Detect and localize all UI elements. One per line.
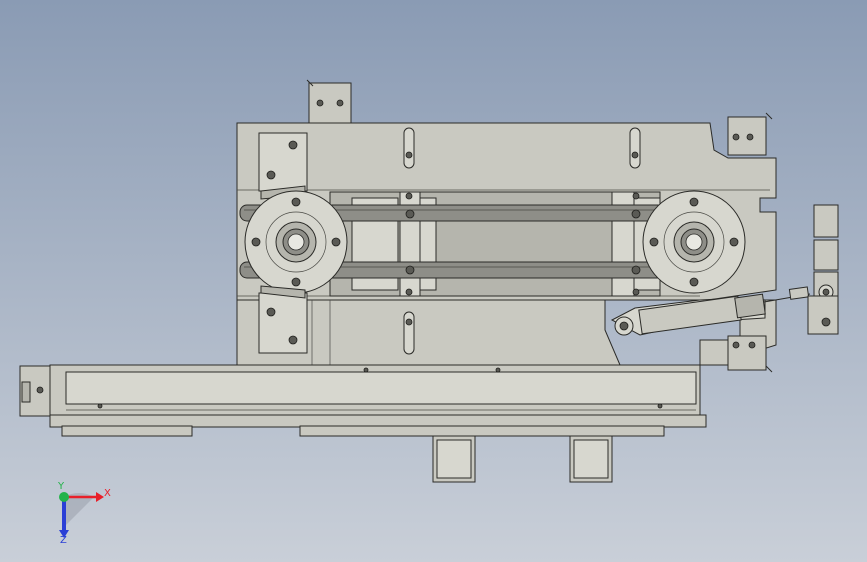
left-upper-bracket (258, 132, 308, 200)
top-mount-tab (306, 79, 352, 124)
right-upper-bracket (727, 112, 773, 156)
cad-viewport[interactable]: X Y Z (0, 0, 867, 562)
x-axis-arrowhead (96, 492, 104, 502)
base-rail (19, 364, 707, 437)
x-axis-label: X (104, 488, 111, 499)
assembly-drawing: X Y Z (19, 79, 839, 546)
orientation-triad: X Y Z (57, 481, 111, 546)
y-axis-label: Y (57, 481, 65, 492)
left-flange-wheel (244, 190, 348, 294)
right-flange-wheel (642, 190, 746, 294)
z-axis-label: Z (60, 535, 67, 546)
right-column-stack (813, 204, 839, 299)
lower-right-bracket (727, 335, 773, 373)
y-axis-dot (59, 492, 69, 502)
base-feet (432, 435, 613, 483)
